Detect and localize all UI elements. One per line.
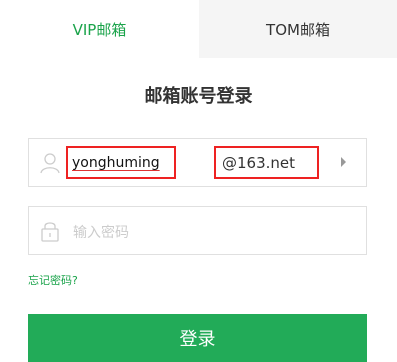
login-button-label: 登录	[179, 329, 216, 350]
password-input[interactable]: 输入密码	[73, 222, 129, 242]
login-title: 邮箱账号登录	[144, 86, 253, 107]
username-field[interactable]: yonghuming @163.net	[28, 138, 367, 187]
username-input-highlight[interactable]: yonghuming	[66, 146, 176, 179]
caret-right-icon[interactable]	[341, 157, 346, 167]
tab-vip-mail-label: VIP邮箱	[72, 20, 127, 39]
user-icon	[39, 152, 61, 174]
domain-select[interactable]: @163.net	[222, 154, 295, 172]
tab-vip-mail[interactable]: VIP邮箱	[0, 0, 199, 58]
username-input[interactable]: yonghuming	[72, 155, 160, 171]
tab-tom-mail[interactable]: TOM邮箱	[199, 0, 397, 58]
lock-icon	[39, 220, 61, 242]
tab-tom-mail-label: TOM邮箱	[266, 20, 330, 39]
login-button[interactable]: 登录	[28, 314, 367, 362]
domain-select-highlight[interactable]: @163.net	[214, 146, 319, 179]
forgot-password-link[interactable]: 忘记密码?	[28, 272, 78, 288]
password-field[interactable]: 输入密码	[28, 206, 367, 255]
